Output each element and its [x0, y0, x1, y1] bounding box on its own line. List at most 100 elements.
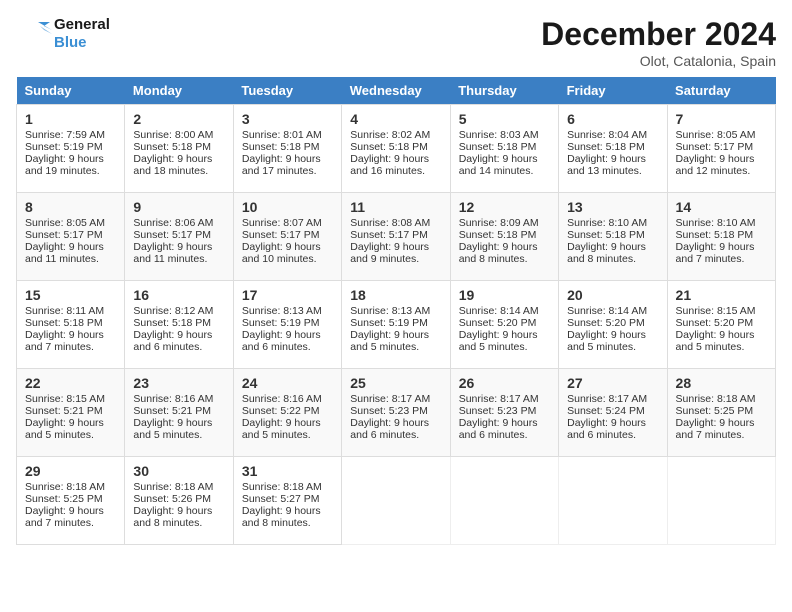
daylight: Daylight: 9 hours and 8 minutes.: [242, 505, 321, 529]
sunrise: Sunrise: 8:18 AM: [676, 393, 756, 405]
calendar-cell: 30Sunrise: 8:18 AMSunset: 5:26 PMDayligh…: [125, 457, 233, 545]
calendar-week-2: 8Sunrise: 8:05 AMSunset: 5:17 PMDaylight…: [17, 193, 776, 281]
calendar-cell: 16Sunrise: 8:12 AMSunset: 5:18 PMDayligh…: [125, 281, 233, 369]
sunrise: Sunrise: 8:16 AM: [242, 393, 322, 405]
sunrise: Sunrise: 8:00 AM: [133, 129, 213, 141]
daylight: Daylight: 9 hours and 13 minutes.: [567, 153, 646, 177]
sunset: Sunset: 5:18 PM: [676, 229, 754, 241]
calendar-cell: 9Sunrise: 8:06 AMSunset: 5:17 PMDaylight…: [125, 193, 233, 281]
day-number: 31: [242, 463, 333, 479]
sunrise: Sunrise: 8:05 AM: [676, 129, 756, 141]
day-number: 10: [242, 199, 333, 215]
day-number: 30: [133, 463, 224, 479]
daylight: Daylight: 9 hours and 7 minutes.: [676, 241, 755, 265]
daylight: Daylight: 9 hours and 7 minutes.: [25, 329, 104, 353]
calendar-cell: 31Sunrise: 8:18 AMSunset: 5:27 PMDayligh…: [233, 457, 341, 545]
day-number: 20: [567, 287, 658, 303]
logo: General Blue: [16, 16, 110, 52]
month-title: December 2024: [541, 16, 776, 53]
sunrise: Sunrise: 8:15 AM: [676, 305, 756, 317]
daylight: Daylight: 9 hours and 12 minutes.: [676, 153, 755, 177]
sunrise: Sunrise: 8:18 AM: [242, 481, 322, 493]
page-header: General Blue December 2024 Olot, Catalon…: [16, 16, 776, 69]
sunset: Sunset: 5:24 PM: [567, 405, 645, 417]
sunset: Sunset: 5:18 PM: [459, 229, 537, 241]
col-saturday: Saturday: [667, 77, 775, 105]
calendar-cell: 13Sunrise: 8:10 AMSunset: 5:18 PMDayligh…: [559, 193, 667, 281]
calendar-cell: 24Sunrise: 8:16 AMSunset: 5:22 PMDayligh…: [233, 369, 341, 457]
day-number: 2: [133, 111, 224, 127]
sunrise: Sunrise: 8:08 AM: [350, 217, 430, 229]
calendar-cell: 10Sunrise: 8:07 AMSunset: 5:17 PMDayligh…: [233, 193, 341, 281]
daylight: Daylight: 9 hours and 6 minutes.: [459, 417, 538, 441]
calendar-cell: 25Sunrise: 8:17 AMSunset: 5:23 PMDayligh…: [342, 369, 450, 457]
calendar-cell: 15Sunrise: 8:11 AMSunset: 5:18 PMDayligh…: [17, 281, 125, 369]
day-number: 13: [567, 199, 658, 215]
sunset: Sunset: 5:18 PM: [350, 141, 428, 153]
day-number: 22: [25, 375, 116, 391]
sunrise: Sunrise: 8:09 AM: [459, 217, 539, 229]
calendar-cell: 8Sunrise: 8:05 AMSunset: 5:17 PMDaylight…: [17, 193, 125, 281]
sunset: Sunset: 5:26 PM: [133, 493, 211, 505]
daylight: Daylight: 9 hours and 5 minutes.: [350, 329, 429, 353]
day-number: 15: [25, 287, 116, 303]
day-number: 3: [242, 111, 333, 127]
day-number: 6: [567, 111, 658, 127]
daylight: Daylight: 9 hours and 9 minutes.: [350, 241, 429, 265]
calendar-cell: 28Sunrise: 8:18 AMSunset: 5:25 PMDayligh…: [667, 369, 775, 457]
daylight: Daylight: 9 hours and 5 minutes.: [25, 417, 104, 441]
calendar-cell: 11Sunrise: 8:08 AMSunset: 5:17 PMDayligh…: [342, 193, 450, 281]
calendar-cell: 18Sunrise: 8:13 AMSunset: 5:19 PMDayligh…: [342, 281, 450, 369]
sunset: Sunset: 5:17 PM: [676, 141, 754, 153]
sunset: Sunset: 5:18 PM: [567, 141, 645, 153]
calendar-cell: 6 Sunrise: 8:04 AMSunset: 5:18 PMDaylight…: [559, 105, 667, 193]
calendar-cell: [559, 457, 667, 545]
sunrise: Sunrise: 8:17 AM: [459, 393, 539, 405]
calendar-cell: 17Sunrise: 8:13 AMSunset: 5:19 PMDayligh…: [233, 281, 341, 369]
daylight: Daylight: 9 hours and 5 minutes.: [676, 329, 755, 353]
daylight: Daylight: 9 hours and 18 minutes.: [133, 153, 212, 177]
daylight: Daylight: 9 hours and 14 minutes.: [459, 153, 538, 177]
day-number: 28: [676, 375, 767, 391]
sunrise: Sunrise: 8:12 AM: [133, 305, 213, 317]
calendar-cell: 20Sunrise: 8:14 AMSunset: 5:20 PMDayligh…: [559, 281, 667, 369]
day-number: 18: [350, 287, 441, 303]
sunset: Sunset: 5:25 PM: [676, 405, 754, 417]
sunset: Sunset: 5:18 PM: [459, 141, 537, 153]
sunrise: Sunrise: 8:04 AM: [567, 129, 647, 141]
day-number: 4: [350, 111, 441, 127]
daylight: Daylight: 9 hours and 6 minutes.: [567, 417, 646, 441]
daylight: Daylight: 9 hours and 5 minutes.: [133, 417, 212, 441]
sunset: Sunset: 5:23 PM: [350, 405, 428, 417]
calendar-cell: 23Sunrise: 8:16 AMSunset: 5:21 PMDayligh…: [125, 369, 233, 457]
title-block: December 2024 Olot, Catalonia, Spain: [541, 16, 776, 69]
daylight: Daylight: 9 hours and 11 minutes.: [133, 241, 212, 265]
calendar-cell: 3Sunrise: 8:01 AMSunset: 5:18 PMDaylight…: [233, 105, 341, 193]
daylight: Daylight: 9 hours and 11 minutes.: [25, 241, 104, 265]
sunrise: Sunrise: 8:13 AM: [242, 305, 322, 317]
sunset: Sunset: 5:19 PM: [350, 317, 428, 329]
day-number: 19: [459, 287, 550, 303]
calendar-cell: 5Sunrise: 8:03 AMSunset: 5:18 PMDaylight…: [450, 105, 558, 193]
calendar-cell: [667, 457, 775, 545]
calendar-cell: 1Sunrise: 7:59 AMSunset: 5:19 PMDaylight…: [17, 105, 125, 193]
logo-container: General Blue: [16, 16, 110, 52]
daylight: Daylight: 9 hours and 5 minutes.: [459, 329, 538, 353]
calendar-week-4: 22Sunrise: 8:15 AMSunset: 5:21 PMDayligh…: [17, 369, 776, 457]
sunrise: Sunrise: 8:06 AM: [133, 217, 213, 229]
calendar-cell: 2Sunrise: 8:00 AMSunset: 5:18 PMDaylight…: [125, 105, 233, 193]
daylight: Daylight: 9 hours and 8 minutes.: [567, 241, 646, 265]
sunrise: Sunrise: 8:17 AM: [567, 393, 647, 405]
day-number: 16: [133, 287, 224, 303]
sunset: Sunset: 5:19 PM: [25, 141, 103, 153]
col-thursday: Thursday: [450, 77, 558, 105]
day-number: 7: [676, 111, 767, 127]
sunset: Sunset: 5:18 PM: [133, 317, 211, 329]
daylight: Daylight: 9 hours and 5 minutes.: [242, 417, 321, 441]
sunset: Sunset: 5:18 PM: [242, 141, 320, 153]
calendar-cell: 27Sunrise: 8:17 AMSunset: 5:24 PMDayligh…: [559, 369, 667, 457]
calendar-cell: [450, 457, 558, 545]
sunrise: Sunrise: 8:05 AM: [25, 217, 105, 229]
sunset: Sunset: 5:17 PM: [133, 229, 211, 241]
sunrise: Sunrise: 8:11 AM: [25, 305, 104, 317]
